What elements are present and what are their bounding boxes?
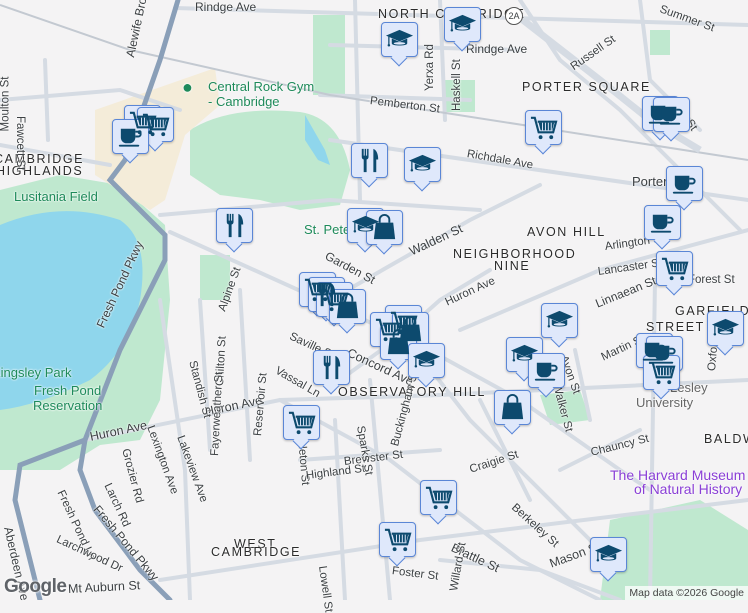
shopping-bag-icon [370,213,399,242]
cup-icon [670,169,699,198]
shopping-bag-icon [498,393,527,422]
neighborhood-label: BALDW [704,432,748,446]
street-label: Fawcett St [14,116,26,171]
cart-icon [660,254,689,283]
restaurant-marker[interactable] [313,350,350,385]
station-label[interactable]: Porter [632,174,667,189]
graduation-cap-icon [412,346,441,375]
cup-icon [532,356,561,385]
shopping-bag-icon [333,292,362,321]
cafe-marker[interactable] [653,97,690,132]
museum-label[interactable]: of Natural History [634,481,742,497]
neighborhood-label: AVON HILL [527,225,606,239]
cart-icon [529,113,558,142]
cafe-marker[interactable] [112,119,149,154]
map-attribution[interactable]: Map data ©2026 Google [625,586,748,600]
park-label: Lusitania Field [14,189,98,204]
cart-icon [647,358,676,387]
route-shield: 2A [505,7,523,25]
restaurant-marker[interactable] [216,208,253,243]
park-label: Kingsley Park [0,365,72,380]
gym-label[interactable]: Central Rock Gym - Cambridge [208,79,318,109]
street-label: Moulton St [0,76,12,132]
shopping-marker[interactable] [329,289,366,324]
fork-knife-icon [355,146,384,175]
graduation-cap-icon [711,314,740,343]
cart-icon [287,408,316,437]
school-marker[interactable] [707,311,744,346]
neighborhood-label: PORTER SQUARE [522,80,651,94]
grocery-marker[interactable] [379,522,416,557]
place-pin-icon: ● [182,77,193,97]
cart-icon [141,110,170,139]
school-marker[interactable] [408,343,445,378]
fork-knife-icon [317,353,346,382]
restaurant-marker[interactable] [351,143,388,178]
cup-icon [116,122,145,151]
school-marker[interactable] [404,147,441,182]
neighborhood-label: CAMBRIDGE [211,545,302,559]
grocery-marker[interactable] [420,480,457,515]
park-label: Reservation [33,398,103,413]
school-marker[interactable] [381,22,418,57]
school-marker[interactable] [590,537,627,572]
street-label: Forest St [688,274,735,286]
street-label: Rindge Ave [195,0,257,14]
neighborhood-label: NINE [494,259,531,273]
fork-knife-icon [220,211,249,240]
cup-icon [648,208,677,237]
shopping-bag-icon [384,328,413,357]
cart-icon [383,525,412,554]
school-marker[interactable] [444,7,481,42]
neighborhood-label: HIGHLANDS [0,164,84,178]
cart-icon [424,483,453,512]
cafe-marker[interactable] [528,353,565,388]
grocery-marker[interactable] [283,405,320,440]
university-label[interactable]: University [636,395,693,410]
google-logo[interactable]: Google [4,576,67,598]
graduation-cap-icon [448,10,477,39]
shopping-marker[interactable] [366,210,403,245]
street-label: Haskell St [451,59,463,111]
cafe-marker[interactable] [644,205,681,240]
street-label: Yerxa Rd [424,44,436,91]
school-marker[interactable] [541,303,578,338]
graduation-cap-icon [594,540,623,569]
grocery-marker[interactable] [525,110,562,145]
graduation-cap-icon [545,306,574,335]
park-label: Fresh Pond [34,383,102,398]
graduation-cap-icon [408,150,437,179]
grocery-marker[interactable] [656,251,693,286]
graduation-cap-icon [385,25,414,54]
cup-icon [657,100,686,129]
cafe-marker[interactable] [666,166,703,201]
shopping-marker[interactable] [494,390,531,425]
grocery-marker[interactable] [643,355,680,390]
street-label: Rindge Ave [466,42,528,56]
